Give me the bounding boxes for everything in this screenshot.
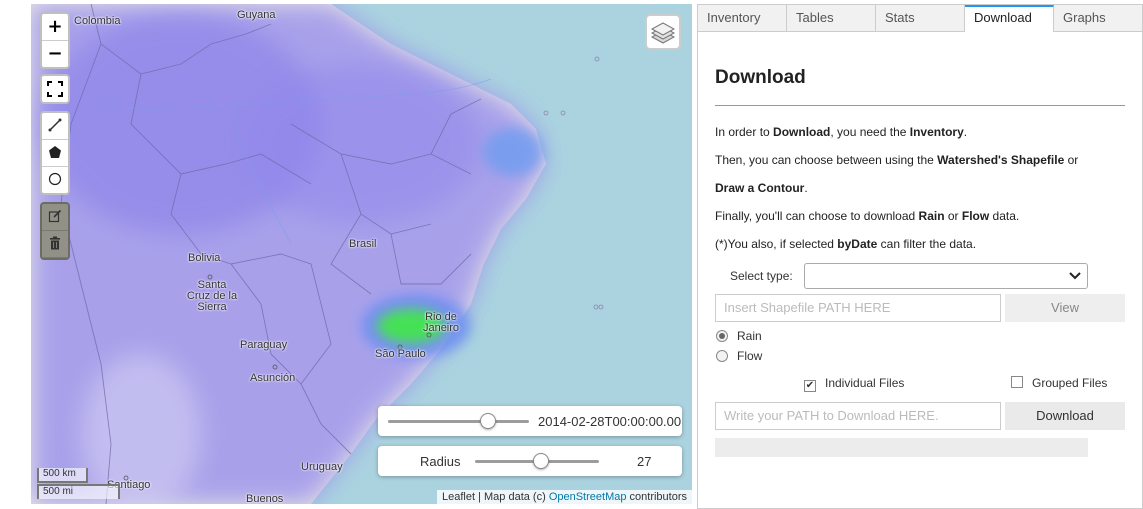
page-title: Download (715, 67, 806, 88)
chevron-down-icon (1069, 272, 1081, 280)
map-attribution: Leaflet | Map data (c) OpenStreetMap con… (437, 490, 692, 504)
tab-stats[interactable]: Stats (876, 5, 965, 31)
map-label-buenos: Buenos (246, 493, 284, 505)
map-label-paraguay: Paraguay (240, 339, 288, 351)
radio-flow-label: Flow (737, 349, 763, 363)
grouped-files-checkbox[interactable] (1011, 376, 1023, 388)
tab-download[interactable]: Download (965, 5, 1054, 32)
map-label-guyana: Guyana (237, 9, 276, 21)
map-label-brasil: Brasil (349, 238, 377, 250)
time-slider-value: 2014-02-28T00:00:00.00 (538, 414, 682, 429)
leaflet-link[interactable]: Leaflet (442, 491, 475, 503)
map-label-asuncion: Asunción (250, 372, 296, 384)
individual-files-option[interactable]: ✔ Individual Files (804, 376, 904, 392)
radio-rain-label: Rain (737, 329, 762, 343)
radius-slider-control: Radius 27 (378, 446, 682, 476)
grouped-files-label: Grouped Files (1032, 376, 1108, 390)
map-label-bolivia: Bolivia (188, 252, 221, 264)
map-label-rio: Rio de Janeiro (422, 311, 460, 334)
grouped-files-option[interactable]: Grouped Files (1011, 376, 1107, 390)
shapefile-path-input[interactable]: Insert Shapefile PATH HERE (715, 294, 1001, 322)
individual-files-checkbox[interactable]: ✔ (804, 380, 816, 392)
map-label-uruguay: Uruguay (301, 461, 343, 473)
tab-tables[interactable]: Tables (787, 5, 876, 31)
select-type-dropdown[interactable] (804, 263, 1088, 289)
radius-label: Radius (420, 454, 461, 469)
attribution-contributors: contributors (626, 491, 687, 503)
instruction-line-1: In order to Download, you need the Inven… (715, 125, 968, 139)
title-divider (715, 105, 1125, 106)
draw-toolbar (40, 111, 70, 195)
tab-inventory[interactable]: Inventory (698, 5, 787, 31)
instruction-line-2: Then, you can choose between using the W… (715, 153, 1079, 167)
polygon-icon (49, 146, 61, 158)
map-view[interactable]: Colombia Guyana Bolivia Brasil Santa Cru… (31, 4, 692, 504)
radio-rain[interactable]: Rain (716, 329, 762, 345)
layers-control-button[interactable] (645, 14, 681, 50)
zoom-out-button[interactable]: − (42, 41, 68, 67)
time-slider-control: 2014-02-28T00:00:00.00 (378, 406, 682, 436)
scale-km: 500 km (37, 468, 88, 483)
delete-layers-button[interactable] (42, 231, 68, 258)
radio-rain-control[interactable] (716, 330, 728, 342)
map-label-santa-cruz: Santa Cruz de la Sierra (186, 279, 238, 313)
scale-mi: 500 mi (37, 484, 120, 499)
layers-icon (650, 22, 676, 44)
fullscreen-control (40, 74, 70, 104)
draw-polygon-button[interactable] (42, 140, 68, 167)
draw-polyline-button[interactable] (42, 113, 68, 140)
radio-flow-control[interactable] (716, 350, 728, 362)
radius-value: 27 (637, 454, 652, 469)
edit-layers-button[interactable] (42, 204, 68, 231)
draw-circle-button[interactable] (42, 167, 68, 193)
map-label-sao-paulo: São Paulo (375, 348, 426, 360)
individual-files-label: Individual Files (825, 376, 905, 390)
instruction-line-5: (*)You also, if selected byDate can filt… (715, 237, 977, 251)
edit-icon (48, 209, 62, 223)
circle-icon (48, 172, 62, 186)
download-content: Download (715, 67, 1125, 106)
trash-icon (50, 236, 60, 250)
fullscreen-icon (47, 81, 63, 97)
radius-slider-thumb[interactable] (532, 453, 549, 469)
zoom-in-button[interactable]: + (42, 14, 68, 41)
time-slider-track[interactable] (388, 420, 529, 423)
select-type-label: Select type: (730, 269, 793, 283)
map-label-colombia: Colombia (74, 15, 121, 27)
attribution-text: | Map data (c) (475, 491, 549, 503)
fullscreen-button[interactable] (42, 76, 68, 102)
download-path-input[interactable]: Write your PATH to Download HERE. (715, 402, 1001, 430)
radio-flow[interactable]: Flow (716, 349, 762, 365)
view-button[interactable]: View (1005, 294, 1125, 322)
instruction-line-4: Finally, you'll can choose to download R… (715, 209, 1020, 223)
instruction-line-3: Draw a Contour. (715, 181, 808, 195)
zoom-control: + − (40, 12, 70, 69)
tab-bar: Inventory Tables Stats Download Graphs (698, 5, 1142, 32)
download-progress-bar (715, 438, 1088, 457)
download-button[interactable]: Download (1005, 402, 1125, 430)
polyline-icon (48, 118, 62, 132)
download-panel: Inventory Tables Stats Download Graphs D… (697, 4, 1143, 509)
osm-link[interactable]: OpenStreetMap (549, 491, 627, 503)
edit-toolbar (40, 202, 70, 260)
tab-graphs[interactable]: Graphs (1054, 5, 1142, 31)
time-slider-thumb[interactable] (480, 413, 497, 429)
